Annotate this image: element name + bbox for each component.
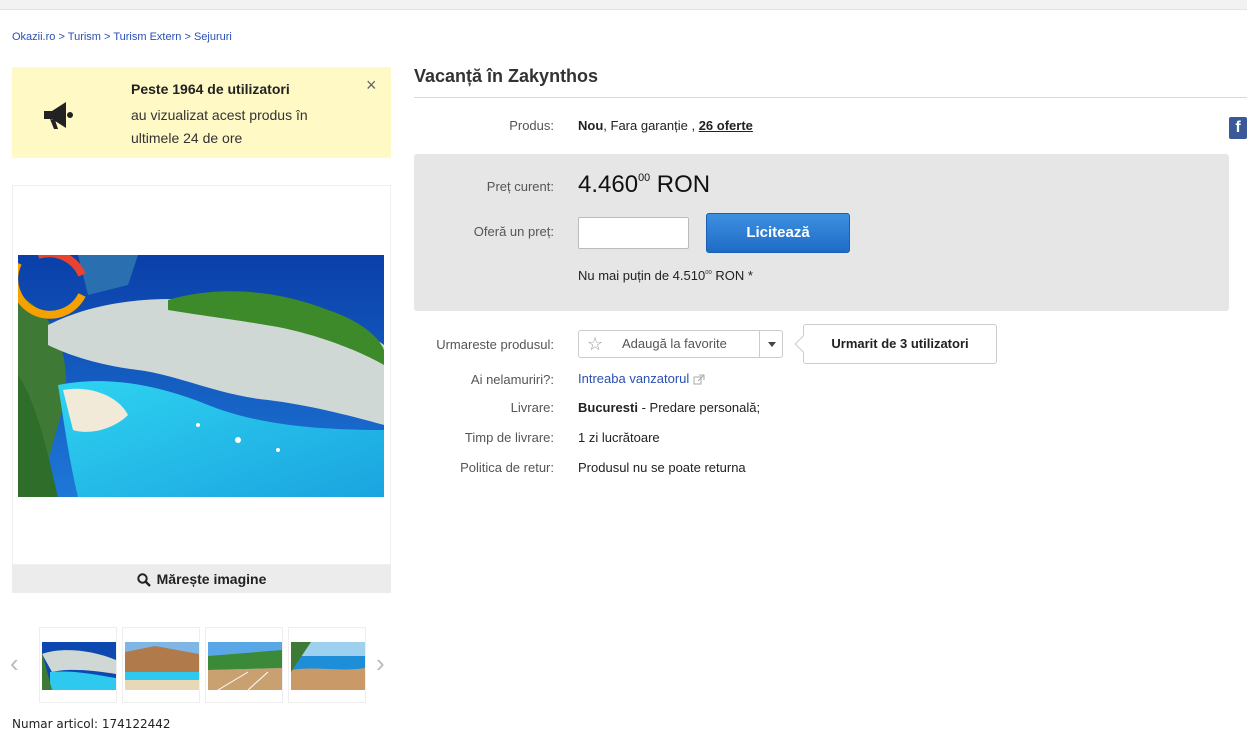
price-cents: 00: [638, 171, 651, 184]
delivery-time-label: Timp de livrare:: [464, 430, 554, 445]
questions-label: Ai nelamuriri?:: [470, 372, 554, 387]
thumbnail-image: [42, 642, 116, 690]
breadcrumb-sejururi[interactable]: Sejururi: [194, 31, 232, 43]
breadcrumb-turism[interactable]: Turism: [68, 31, 101, 43]
page-title: Vacanță în Zakynthos: [414, 66, 599, 86]
main-product-image[interactable]: [18, 255, 384, 497]
add-favorite-button[interactable]: ☆ Adaugă la favorite: [578, 330, 783, 358]
condition-new: Nou: [578, 118, 604, 133]
thumbs-next-icon[interactable]: ›: [376, 648, 385, 679]
breadcrumb-separator: >: [104, 31, 111, 43]
thumbnail-2[interactable]: [122, 627, 200, 703]
close-icon[interactable]: ×: [366, 75, 377, 96]
breadcrumb-turism-extern[interactable]: Turism Extern: [113, 31, 181, 43]
minimum-bid-note: Nu mai puțin de 4.51000 RON *: [578, 268, 753, 283]
price-main: 4.460: [578, 171, 639, 198]
ask-seller-row: Intreaba vanzatorul: [578, 371, 705, 386]
browser-top-strip: [0, 0, 1247, 10]
breadcrumb-okazii[interactable]: Okazii.ro: [12, 31, 55, 43]
delivery-rest: - Predare personală;: [641, 400, 761, 415]
delivery-label: Livrare:: [510, 400, 554, 415]
condition-label: Produs:: [509, 118, 554, 133]
min-cents: 00: [705, 269, 712, 276]
bid-input[interactable]: [578, 217, 689, 249]
tooltip-arrow: [794, 335, 812, 353]
price-currency: RON: [656, 171, 711, 198]
zakynthos-photo: [18, 255, 384, 497]
bid-button[interactable]: Licitează: [706, 213, 850, 253]
title-divider: [414, 97, 1247, 98]
notice-body: au vizualizat acest produs în ultimele 2…: [131, 107, 308, 146]
min-suffix: RON *: [715, 268, 753, 283]
ask-seller-link[interactable]: Intreaba vanzatorul: [578, 371, 689, 386]
thumbs-prev-icon[interactable]: ‹: [10, 648, 19, 679]
return-policy-label: Politica de retur:: [460, 460, 554, 475]
condition-rest: , Fara garanție ,: [603, 118, 696, 133]
tracked-by-text: Urmarit de 3 utilizatori: [831, 336, 969, 351]
condition-value: Nou, Fara garanție , 26 oferte: [578, 118, 753, 133]
magnifier-icon: [136, 573, 151, 588]
thumbnail-3[interactable]: [205, 627, 283, 703]
notice-title: Peste 1964 de utilizatori: [131, 81, 290, 97]
views-notice: Peste 1964 de utilizatori au vizualizat …: [12, 67, 391, 158]
external-link-icon: [693, 374, 705, 385]
zoom-label: Mărește imagine: [156, 571, 267, 587]
thumbnail-image: [208, 642, 282, 690]
star-icon: ☆: [587, 334, 604, 354]
tracked-by-badge: Urmarit de 3 utilizatori: [794, 324, 997, 364]
breadcrumb-separator: >: [58, 31, 65, 43]
current-price-label: Preț curent:: [486, 179, 554, 194]
min-prefix: Nu mai puțin de 4.510: [578, 268, 706, 283]
offers-link[interactable]: 26 oferte: [699, 118, 753, 133]
breadcrumb-separator: >: [184, 31, 191, 43]
delivery-value: Bucuresti - Predare personală;: [578, 400, 760, 415]
chevron-down-icon[interactable]: [765, 337, 779, 351]
thumbnail-1[interactable]: [39, 627, 117, 703]
return-policy-value: Produsul nu se poate returna: [578, 460, 746, 475]
breadcrumb: Okazii.ro > Turism > Turism Extern > Sej…: [12, 31, 232, 43]
megaphone-icon: [44, 102, 73, 129]
thumbnail-image: [125, 642, 199, 690]
delivery-city: Bucuresti: [578, 400, 638, 415]
favorite-label: Adaugă la favorite: [622, 336, 727, 351]
facebook-icon[interactable]: f: [1229, 117, 1247, 139]
thumbnail-4[interactable]: [288, 627, 366, 703]
delivery-time-value: 1 zi lucrătoare: [578, 430, 660, 445]
article-number: Numar articol: 174122442: [12, 717, 171, 731]
bid-label: Oferă un preț:: [473, 224, 554, 239]
zoom-image-button[interactable]: Mărește imagine: [12, 565, 391, 593]
current-price: 4.46000 RON: [578, 171, 710, 199]
thumbnail-image: [291, 642, 365, 690]
favorite-divider: [759, 331, 760, 357]
follow-label: Urmareste produsul:: [436, 337, 554, 352]
